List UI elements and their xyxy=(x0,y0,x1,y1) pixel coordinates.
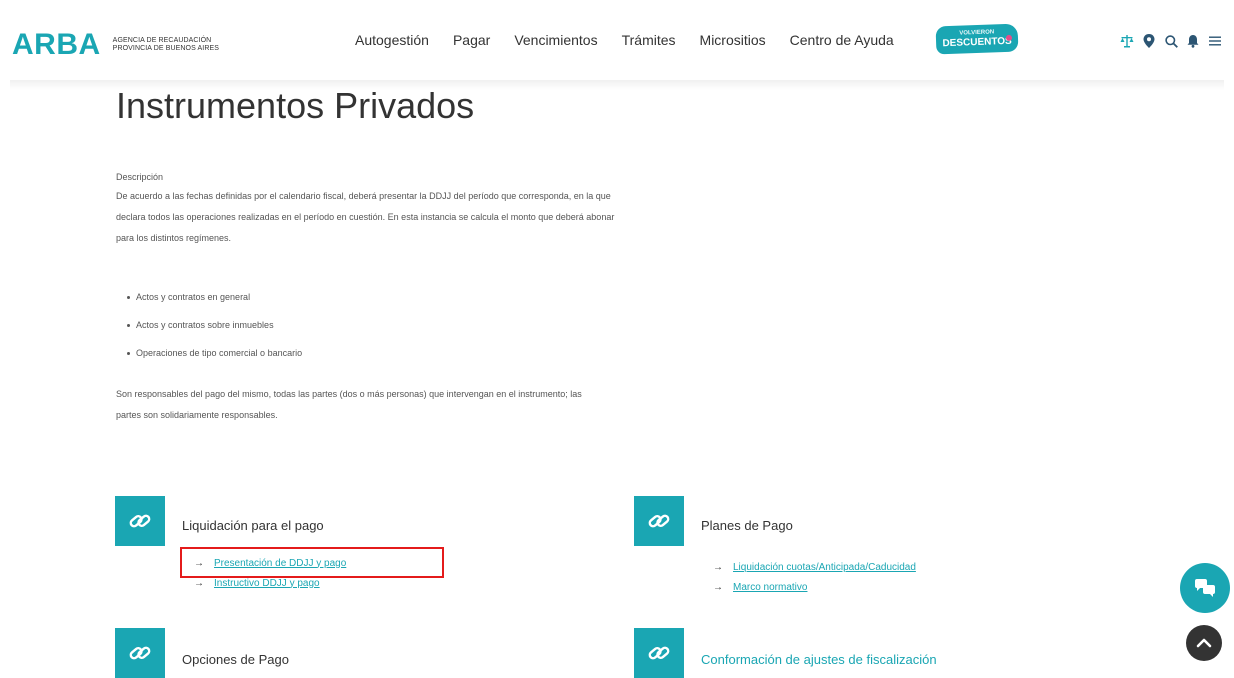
main-nav: Autogestión Pagar Vencimientos Trámites … xyxy=(355,32,918,48)
logo-subtitle-line2: PROVINCIA DE BUENOS AIRES xyxy=(112,45,220,52)
chat-button[interactable] xyxy=(1180,563,1230,613)
arba-logo[interactable]: ARBA AGENCIA DE RECAUDACIÓN PROVINCIA DE… xyxy=(12,28,219,62)
search-icon[interactable] xyxy=(1164,34,1178,48)
location-pin-icon[interactable] xyxy=(1142,34,1156,48)
promo-main-text: DESCUENTOS xyxy=(942,35,1012,50)
menu-icon[interactable] xyxy=(1208,34,1222,48)
arrow-right-icon: → xyxy=(194,577,204,589)
section-title-conformacion[interactable]: Conformación de ajustes de fiscalización xyxy=(701,652,937,667)
planes-link-icon[interactable] xyxy=(634,496,684,546)
bell-icon[interactable] xyxy=(1186,34,1200,48)
logo-subtitle-line1: AGENCIA DE RECAUDACIÓN xyxy=(112,37,212,44)
description-text: De acuerdo a las fechas definidas por el… xyxy=(116,191,615,243)
link-instructivo-ddjj-pago[interactable]: Instructivo DDJJ y pago xyxy=(214,578,320,589)
link-liquidacion-cuotas[interactable]: Liquidación cuotas/Anticipada/Caducidad xyxy=(733,562,916,573)
header-utility-icons xyxy=(1120,34,1230,48)
list-item: Operaciones de tipo comercial o bancario xyxy=(116,343,302,371)
liquidacion-link-icon[interactable] xyxy=(115,496,165,546)
balance-scale-icon[interactable] xyxy=(1120,34,1134,48)
section-title-liquidacion: Liquidación para el pago xyxy=(182,518,324,533)
opciones-link-icon[interactable] xyxy=(115,628,165,678)
planes-links: → Liquidación cuotas/Anticipada/Caducida… xyxy=(713,557,916,597)
operations-list: Actos y contratos en general Actos y con… xyxy=(116,287,302,371)
conformacion-link-icon[interactable] xyxy=(634,628,684,678)
nav-autogestion[interactable]: Autogestión xyxy=(355,32,429,48)
list-item: Actos y contratos sobre inmuebles xyxy=(116,315,302,343)
arrow-right-icon: → xyxy=(713,561,723,573)
nav-centro-de-ayuda[interactable]: Centro de Ayuda xyxy=(790,32,894,48)
chevron-up-icon xyxy=(1196,638,1212,648)
list-item: Actos y contratos en general xyxy=(116,287,302,315)
chat-bubbles-icon xyxy=(1195,579,1215,597)
link-row: → Marco normativo xyxy=(713,577,916,597)
section-title-planes: Planes de Pago xyxy=(701,518,793,533)
nav-vencimientos[interactable]: Vencimientos xyxy=(514,32,597,48)
description-label: Descripción xyxy=(116,172,164,182)
nav-tramites[interactable]: Trámites xyxy=(622,32,676,48)
link-marco-normativo[interactable]: Marco normativo xyxy=(733,582,807,593)
highlight-box xyxy=(180,547,444,578)
site-header: ARBA AGENCIA DE RECAUDACIÓN PROVINCIA DE… xyxy=(0,0,1234,80)
responsibility-text: Son responsables del pago del mismo, tod… xyxy=(116,389,582,420)
nav-micrositios[interactable]: Micrositios xyxy=(700,32,766,48)
logo-wordmark: ARBA xyxy=(12,28,101,61)
logo-subtitle: AGENCIA DE RECAUDACIÓN PROVINCIA DE BUEN… xyxy=(113,37,219,53)
nav-pagar[interactable]: Pagar xyxy=(453,32,490,48)
section-title-opciones: Opciones de Pago xyxy=(182,652,289,667)
promo-descuentos-badge[interactable]: VOLVIERON DESCUENTOS xyxy=(935,23,1019,55)
scroll-to-top-button[interactable] xyxy=(1186,625,1222,661)
arrow-right-icon: → xyxy=(713,581,723,593)
link-row: → Liquidación cuotas/Anticipada/Caducida… xyxy=(713,557,916,577)
page-title: Instrumentos Privados xyxy=(116,85,475,126)
